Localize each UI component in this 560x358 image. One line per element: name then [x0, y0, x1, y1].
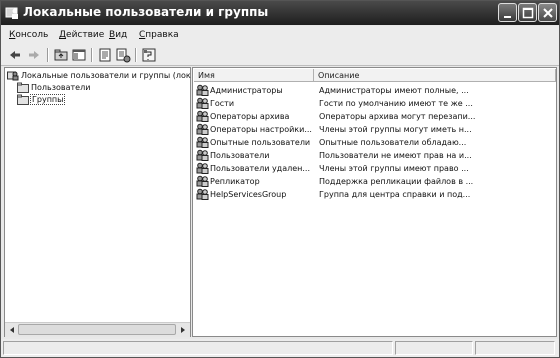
scroll-right-icon[interactable]	[177, 324, 189, 336]
close-icon	[543, 8, 553, 18]
group-icon	[196, 110, 209, 122]
group-name: Пользователи	[210, 151, 270, 160]
list-row[interactable]: Пользователи удален... Члены этой группы…	[195, 162, 555, 175]
group-icon	[196, 149, 209, 161]
status-pane-tertiary	[475, 341, 555, 355]
list-row[interactable]: Операторы архива Операторы архива могут …	[195, 110, 555, 123]
mmc-window: Локальные пользователи и группы Консоль …	[0, 0, 560, 358]
group-icon	[196, 84, 209, 96]
menu-console[interactable]: Консоль	[9, 30, 48, 40]
group-description: Пользователи не имеют прав на и...	[319, 151, 472, 160]
group-name: Администраторы	[210, 86, 283, 95]
up-folder-icon[interactable]	[53, 47, 69, 63]
minimize-icon	[504, 16, 511, 18]
minimize-button[interactable]	[498, 3, 517, 22]
group-icon	[196, 188, 209, 200]
group-description: Гости по умолчанию имеют те же ...	[319, 99, 473, 108]
group-description: Администраторы имеют полные, ...	[319, 86, 469, 95]
group-description: Опытные пользователи обладаю...	[319, 138, 467, 147]
maximize-button[interactable]	[518, 3, 537, 22]
group-icon	[196, 136, 209, 148]
list-row[interactable]: Репликатор Поддержка репликации файлов в…	[195, 175, 555, 188]
title-bar[interactable]: Локальные пользователи и группы	[1, 1, 559, 25]
folder-icon	[17, 82, 29, 93]
menu-help[interactable]: Справка	[139, 30, 179, 40]
back-arrow-icon[interactable]	[7, 47, 23, 63]
column-header-name[interactable]: Имя	[194, 69, 314, 82]
group-name: Пользователи удален...	[210, 164, 311, 173]
group-description: Поддержка репликации файлов в ...	[319, 177, 474, 186]
console-tree[interactable]: Локальные пользователи и группы (лок Пол…	[4, 67, 191, 337]
group-icon	[196, 123, 209, 135]
group-name: Гости	[210, 99, 235, 108]
group-name: Опытные пользователи	[210, 138, 311, 147]
tree-horizontal-scrollbar[interactable]	[5, 322, 190, 337]
column-header-description[interactable]: Описание	[314, 69, 556, 82]
maximize-icon	[522, 7, 534, 19]
users-groups-app-icon	[5, 7, 18, 19]
close-button[interactable]	[538, 3, 557, 22]
groups-list[interactable]: Имя Описание Администраторы Администрато…	[192, 67, 557, 337]
group-description: Группа для центра справки и под...	[319, 190, 471, 199]
window-title: Локальные пользователи и группы	[23, 5, 269, 19]
tree-item-groups-label: Группы	[30, 94, 66, 105]
export-list-icon[interactable]	[115, 47, 131, 63]
toolbar-separator	[135, 48, 137, 62]
tree-item-users-label: Пользователи	[31, 83, 91, 92]
users-groups-icon	[7, 71, 19, 81]
status-pane-secondary	[395, 341, 473, 355]
group-description: Операторы архива могут перезапи...	[319, 112, 476, 121]
scroll-left-icon[interactable]	[6, 324, 18, 336]
menu-bar: Консоль Действие Вид Справка	[1, 26, 559, 45]
menu-view[interactable]: Вид	[109, 30, 127, 40]
properties-icon[interactable]	[97, 47, 113, 63]
menu-action[interactable]: Действие	[59, 30, 104, 40]
list-row[interactable]: Гости Гости по умолчанию имеют те же ...	[195, 97, 555, 110]
group-name: Репликатор	[210, 177, 260, 186]
scrollbar-thumb[interactable]	[18, 324, 176, 335]
group-name: HelpServicesGroup	[210, 190, 287, 199]
toolbar-separator	[91, 48, 93, 62]
group-description: Члены этой группы имеют право ...	[319, 164, 469, 173]
group-name: Операторы настройки...	[210, 125, 312, 134]
group-name: Операторы архива	[210, 112, 290, 121]
list-row[interactable]: Опытные пользователи Опытные пользовател…	[195, 136, 555, 149]
list-row[interactable]: Пользователи Пользователи не имеют прав …	[195, 149, 555, 162]
show-hide-tree-icon[interactable]	[71, 47, 87, 63]
list-row[interactable]: Администраторы Администраторы имеют полн…	[195, 84, 555, 97]
group-icon	[196, 175, 209, 187]
group-description: Члены этой группы могут иметь н...	[319, 125, 472, 134]
group-icon	[196, 97, 209, 109]
toolbar	[1, 45, 559, 66]
forward-arrow-icon[interactable]	[26, 47, 42, 63]
list-row[interactable]: Операторы настройки... Члены этой группы…	[195, 123, 555, 136]
help-icon[interactable]	[141, 47, 157, 63]
group-icon	[196, 162, 209, 174]
status-bar	[1, 339, 559, 357]
toolbar-separator	[47, 48, 49, 62]
list-row[interactable]: HelpServicesGroup Группа для центра спра…	[195, 188, 555, 201]
tree-root-label: Локальные пользователи и группы (лок	[21, 71, 191, 80]
folder-icon	[17, 94, 29, 105]
status-pane-main	[3, 341, 393, 355]
